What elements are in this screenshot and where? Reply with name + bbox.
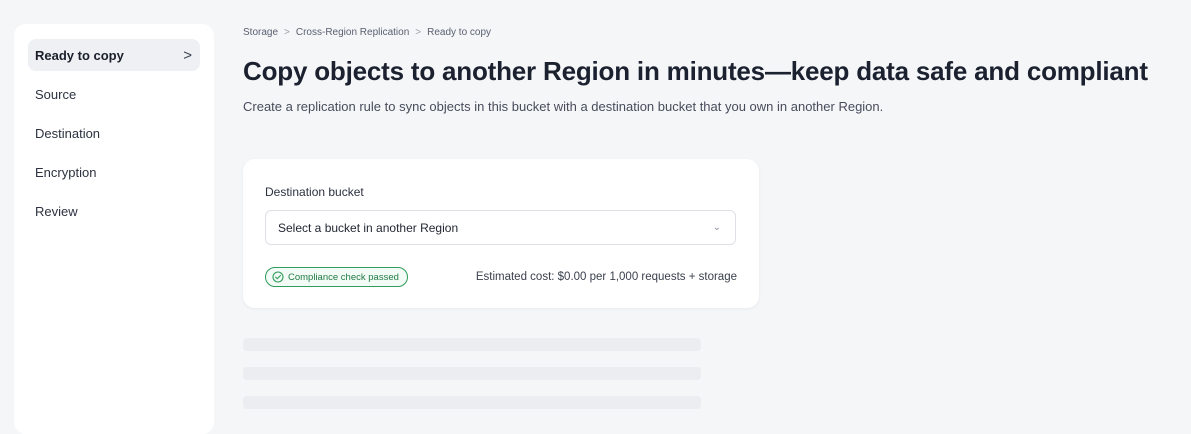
- sidebar-item-label: Source: [35, 86, 77, 102]
- card-meta-row: Compliance check passed Estimated cost: …: [265, 267, 737, 287]
- destination-bucket-label: Destination bucket: [265, 185, 364, 199]
- breadcrumb-current: Ready to copy: [427, 27, 492, 38]
- destination-bucket-select[interactable]: Select a bucket in another Region ⌄: [265, 210, 736, 245]
- sidebar-item-label: Encryption: [35, 164, 97, 180]
- chevron-right-icon: >: [183, 46, 192, 64]
- sidebar-item-destination[interactable]: Destination: [28, 117, 200, 149]
- destination-card: Destination bucket Select a bucket in an…: [243, 159, 759, 308]
- loading-skeleton-line: [243, 367, 701, 380]
- breadcrumb: Storage > Cross-Region Replication > Rea…: [243, 27, 491, 38]
- page-title: Copy objects to another Region in minute…: [243, 56, 1148, 86]
- breadcrumb-storage[interactable]: Storage: [243, 27, 278, 38]
- chevron-down-icon: ⌄: [712, 222, 721, 233]
- breadcrumb-separator: >: [284, 27, 290, 38]
- sidebar-item-source[interactable]: Source: [28, 78, 200, 110]
- compliance-badge-label: Compliance check passed: [288, 271, 399, 283]
- loading-skeleton-line: [243, 338, 701, 351]
- breadcrumb-separator: >: [415, 27, 422, 38]
- estimated-cost: Estimated cost: $0.00 per 1,000 requests…: [475, 271, 737, 283]
- wizard-sidebar: Ready to copy > Source Destination Encry…: [14, 24, 214, 434]
- sidebar-item-encryption[interactable]: Encryption: [28, 156, 200, 188]
- compliance-badge: Compliance check passed: [265, 267, 408, 287]
- sidebar-item-review[interactable]: Review: [28, 195, 200, 227]
- check-circle-icon: [272, 271, 284, 283]
- select-value: Select a bucket in another Region: [278, 220, 459, 235]
- sidebar-item-label: Ready to copy: [35, 47, 124, 63]
- sidebar-item-label: Review: [35, 203, 78, 219]
- sidebar-item-label: Destination: [35, 125, 101, 141]
- breadcrumb-cross-region-replication[interactable]: Cross-Region Replication: [296, 27, 409, 38]
- loading-skeleton-line: [243, 396, 701, 409]
- page-subtitle: Create a replication rule to sync object…: [243, 99, 884, 114]
- sidebar-item-ready-to-copy[interactable]: Ready to copy >: [28, 39, 200, 71]
